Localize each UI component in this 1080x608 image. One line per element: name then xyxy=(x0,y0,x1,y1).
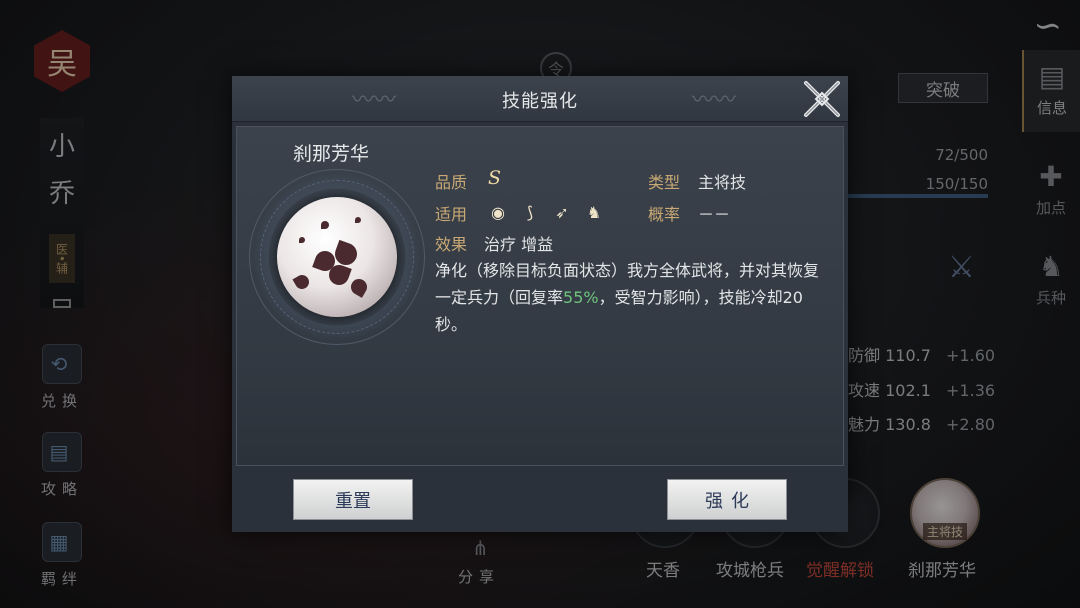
type-value: 主将技 xyxy=(698,173,747,192)
dialog-title: 技能强化 xyxy=(502,91,578,112)
effect-value: 治疗 增益 xyxy=(484,235,554,254)
enhance-button[interactable]: 强化 xyxy=(667,479,787,520)
close-icon xyxy=(804,81,840,117)
reset-button[interactable]: 重置 xyxy=(293,479,413,520)
dialog-body: 刹那芳华 品质 S 类型 主将技 适用 ◉ ⟆ ➶ ♞ 概率 －－ 效果 治疗 … xyxy=(236,126,844,466)
quality-value: S xyxy=(488,167,502,189)
dialog-header: 〰︎〰︎ 〰︎〰︎ 技能强化 xyxy=(232,76,848,122)
skill-name: 刹那芳华 xyxy=(293,143,370,165)
skill-description: 净化（移除目标负面状态）我方全体武将，并对其恢复一定兵力（回复率55%，受智力影… xyxy=(435,257,819,338)
type-label: 类型 xyxy=(648,173,681,192)
chance-label: 概率 xyxy=(648,205,681,224)
shield-icon: ◉ xyxy=(491,202,505,222)
skill-enhance-dialog: 〰︎〰︎ 〰︎〰︎ 技能强化 刹那芳华 品质 S 类型 主将技 适用 ◉ ⟆ ➶… xyxy=(232,76,848,532)
chance-value: －－ xyxy=(698,205,731,224)
effect-label: 效果 xyxy=(435,235,468,254)
bow-icon: ⟆ xyxy=(526,202,534,222)
spear-icon: ➶ xyxy=(555,202,569,222)
quality-label: 品质 xyxy=(435,173,468,192)
applicable-troops: ◉ ⟆ ➶ ♞ xyxy=(487,201,605,223)
applicable-label: 适用 xyxy=(435,205,468,224)
horse-icon: ♞ xyxy=(586,202,602,222)
plum-blossom-skill-icon xyxy=(277,197,397,317)
close-button[interactable] xyxy=(798,76,846,122)
heal-rate-value: 55% xyxy=(563,288,599,307)
